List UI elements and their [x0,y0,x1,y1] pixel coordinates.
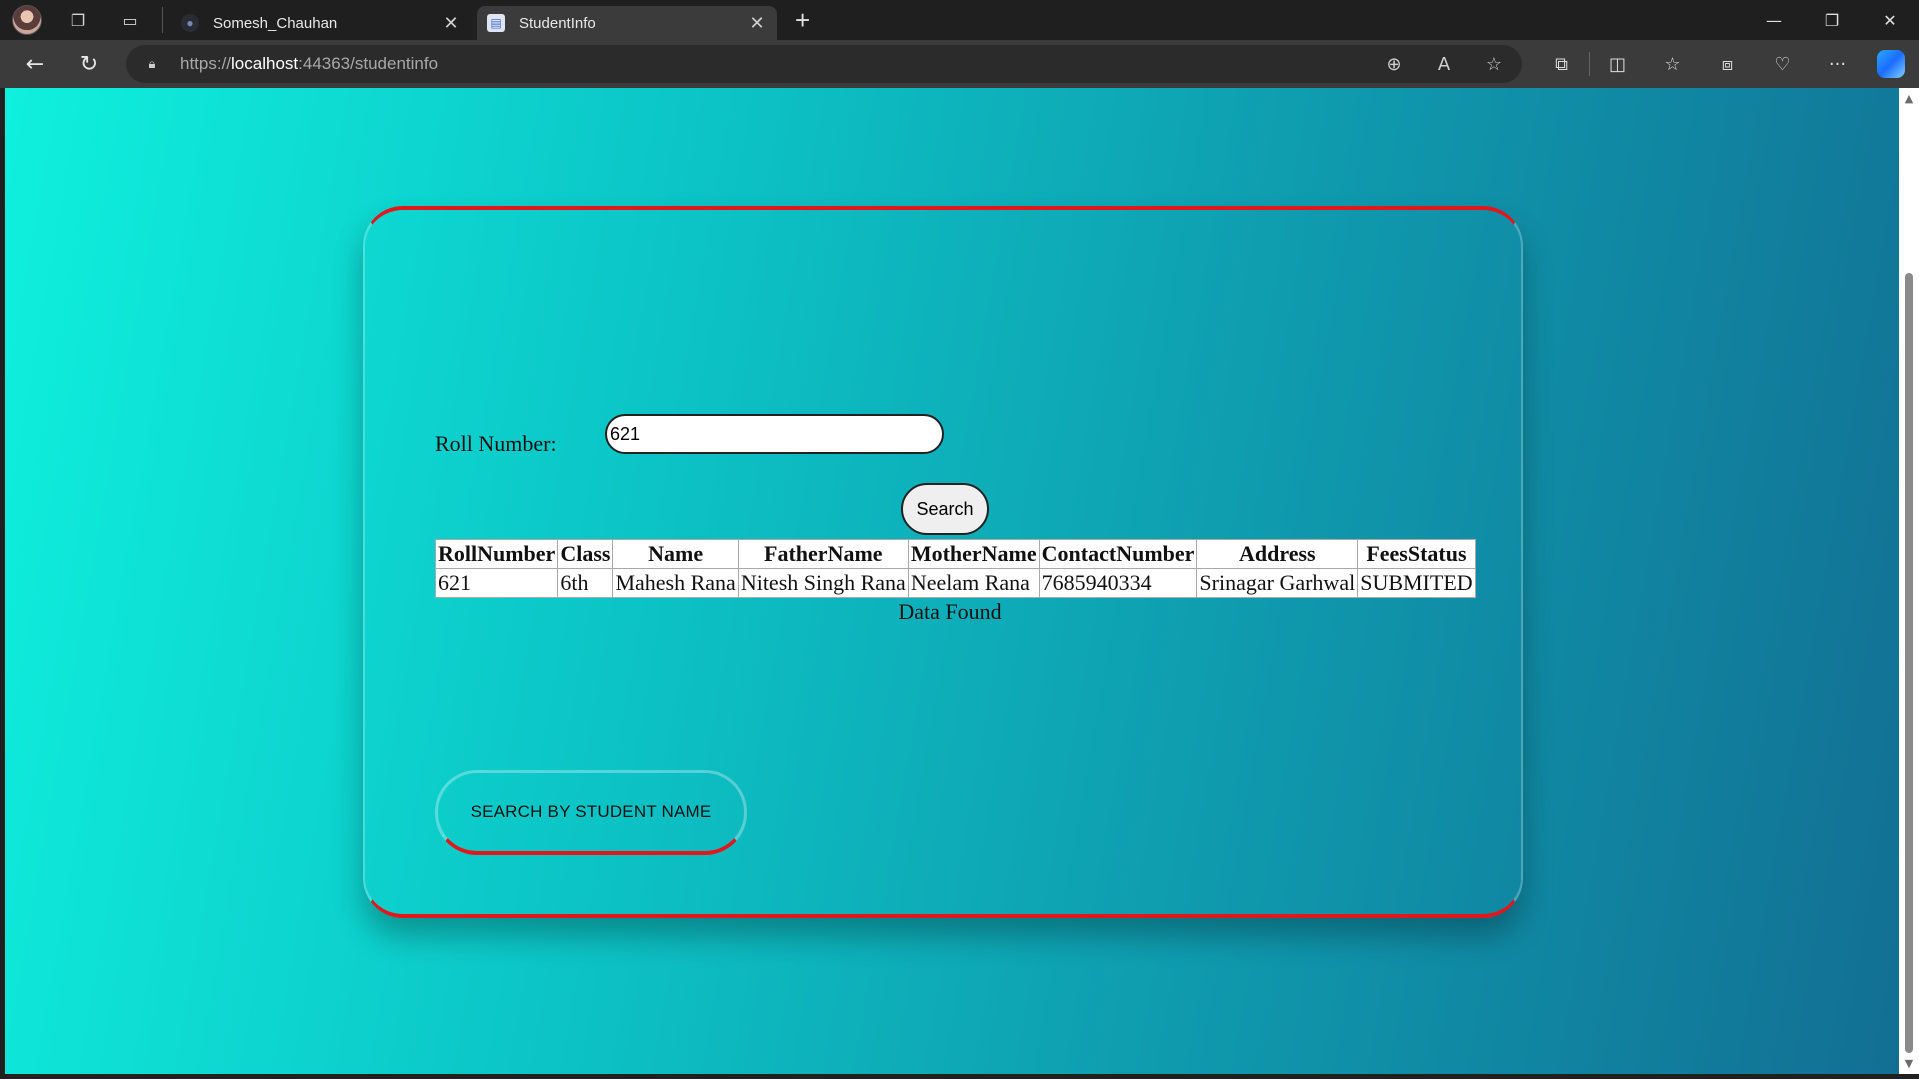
url-scheme: https:// [180,54,232,73]
header-mothername: MotherName [907,539,1040,569]
student-table: RollNumber Class Name FatherName MotherN… [434,539,1476,598]
page-viewport: Roll Number: Search RollNumber Class Nam… [5,88,1899,1074]
search-button[interactable]: Search [901,483,989,535]
url-text[interactable]: https://localhost:44363/studentinfo [180,54,438,74]
extensions-icon[interactable]: ⧉ [1534,54,1589,75]
header-class: Class [557,539,614,569]
header-address: Address [1196,539,1359,569]
address-bar[interactable]: 🔒︎ https://localhost:44363/studentinfo ⊕… [126,45,1522,83]
cell-contactnumber: 7685940334 [1038,568,1198,598]
favorites-icon[interactable]: ☆ [1645,54,1700,75]
scrollbar[interactable]: ▲ ▼ [1899,88,1919,1074]
tab-actions-icon[interactable]: ▭ [118,8,142,32]
cell-name: Mahesh Rana [612,568,739,598]
address-bar-icons: ⊕ A ☆ [1382,45,1506,83]
roll-number-input[interactable] [605,414,944,454]
zoom-icon[interactable]: ⊕ [1382,54,1406,75]
cell-class: 6th [557,568,614,598]
header-contactnumber: ContactNumber [1038,539,1198,569]
toolbar-icons: ⧉ ◫ ☆ ⧈ ♡ ··· [1534,40,1905,88]
tab-separator [162,7,163,33]
back-arrow-icon[interactable]: ← [18,47,52,81]
close-icon[interactable]: ✕ [747,13,767,34]
header-rollnumber: RollNumber [434,539,559,569]
minimize-icon[interactable]: — [1745,0,1803,40]
reload-icon[interactable]: ↻ [72,47,106,81]
url-host: localhost [231,54,299,73]
tab-title: StudentInfo [519,14,596,32]
more-icon[interactable]: ··· [1810,54,1865,75]
close-icon[interactable]: ✕ [441,13,461,34]
search-by-name-button[interactable]: SEARCH BY STUDENT NAME [435,770,747,855]
browser-tab-bar: ❐ ▭ ● Somesh_Chauhan ✕ ▤ StudentInfo ✕ +… [0,0,1919,40]
cell-mothername: Neelam Rana [907,568,1040,598]
header-name: Name [612,539,739,569]
heart-pulse-icon[interactable]: ♡ [1755,54,1810,75]
collections-icon[interactable]: ⧈ [1700,54,1755,75]
table-row: 621 6th Mahesh Rana Nitesh Singh Rana Ne… [434,568,1476,598]
page-favicon-icon: ▤ [487,14,505,32]
workspaces-icon[interactable]: ❐ [66,8,90,32]
cell-address: Srinagar Garhwal [1196,568,1359,598]
star-icon[interactable]: ☆ [1482,54,1506,75]
tab-title: Somesh_Chauhan [213,14,338,32]
scroll-up-icon[interactable]: ▲ [1903,92,1915,105]
github-favicon-icon: ● [181,14,199,32]
cell-rollnumber: 621 [434,568,559,598]
tab-somesh-chauhan[interactable]: ● Somesh_Chauhan ✕ [171,6,471,40]
tab-studentinfo[interactable]: ▤ StudentInfo ✕ [477,6,777,40]
table-header-row: RollNumber Class Name FatherName MotherN… [434,539,1476,569]
header-fathername: FatherName [737,539,909,569]
split-screen-icon[interactable]: ◫ [1590,54,1645,75]
read-aloud-icon[interactable]: A [1432,54,1456,75]
status-message: Data Found [898,599,1002,624]
scroll-thumb[interactable] [1905,273,1913,1053]
close-window-icon[interactable]: ✕ [1861,0,1919,40]
window-controls: — ❐ ✕ [1745,0,1919,40]
browser-toolbar: ← ↻ 🔒︎ https://localhost:44363/studentin… [0,40,1919,88]
plus-icon[interactable]: + [795,7,810,33]
scroll-down-icon[interactable]: ▼ [1903,1057,1915,1070]
url-path: :44363/studentinfo [298,54,439,73]
header-feesstatus: FeesStatus [1357,539,1476,569]
profile-avatar-icon[interactable] [12,5,42,35]
copilot-icon[interactable] [1877,50,1905,78]
lock-icon[interactable]: 🔒︎ [144,56,160,72]
cell-fathername: Nitesh Singh Rana [737,568,909,598]
cell-feesstatus: SUBMITED [1357,568,1476,598]
restore-icon[interactable]: ❐ [1803,0,1861,40]
roll-number-label: Roll Number: [435,431,557,456]
